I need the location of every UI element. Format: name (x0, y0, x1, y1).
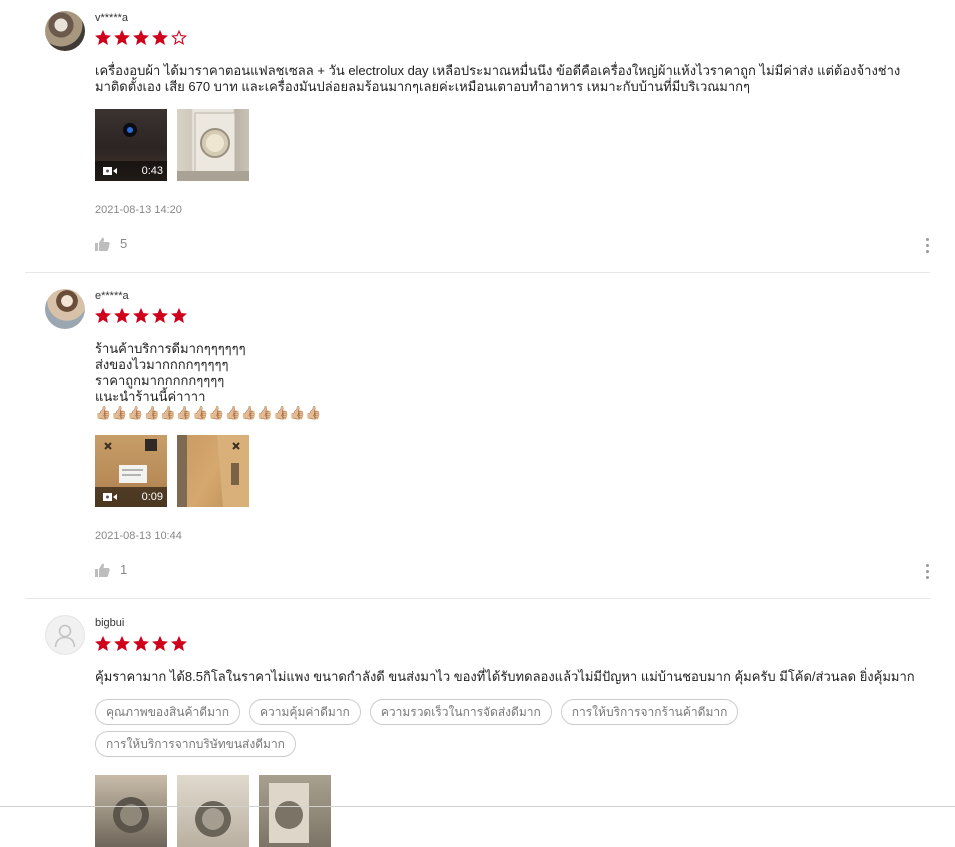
review-media: 0:43 (95, 109, 249, 181)
review-photo[interactable] (177, 435, 249, 507)
review-date: 2021-08-13 14:20 (95, 204, 182, 216)
review-photo[interactable] (177, 775, 249, 847)
video-camera-icon (103, 493, 117, 501)
video-duration: 0:09 (141, 491, 163, 503)
page-bottom-border (0, 806, 955, 807)
star-icon (152, 308, 168, 323)
thumb-up-icon[interactable] (95, 563, 110, 577)
thumb-up-icon[interactable] (95, 237, 110, 251)
star-icon (133, 636, 149, 651)
like-count: 5 (120, 236, 128, 251)
review-media: 0:09 (95, 435, 249, 507)
star-rating (95, 30, 190, 46)
review-tag: ความรวดเร็วในการจัดส่งดีมาก (369, 699, 552, 725)
video-camera-icon (103, 167, 117, 175)
review-tag: ความคุ้มค่าดีมาก (249, 699, 361, 725)
review-video[interactable]: 0:09 (95, 435, 167, 507)
star-icon (133, 308, 149, 323)
divider (25, 598, 930, 599)
star-icon (114, 308, 130, 323)
review-tag: คุณภาพของสินค้าดีมาก (95, 699, 240, 725)
star-icon (171, 636, 187, 651)
review-tag: การให้บริการจากร้านค้าดีมาก (560, 699, 739, 725)
avatar[interactable] (45, 615, 85, 655)
review-photo[interactable] (95, 775, 167, 847)
reviewer-name: e*****a (95, 290, 129, 302)
review-video[interactable]: 0:43 (95, 109, 167, 181)
star-icon (171, 30, 187, 45)
star-icon (114, 636, 130, 651)
avatar[interactable] (45, 11, 85, 51)
star-icon (152, 30, 168, 45)
reviewer-name: v*****a (95, 12, 129, 24)
review-photo[interactable] (177, 109, 249, 181)
star-icon (133, 30, 149, 45)
review-tags: คุณภาพของสินค้าดีมาก ความคุ้มค่าดีมาก ความ… (95, 699, 935, 757)
review-photo[interactable] (259, 775, 331, 847)
review-text: ร้านค้าบริการดีมากๆๆๆๆๆๆ ส่งของไวมากกกกๆ… (95, 341, 322, 420)
user-icon (54, 624, 76, 648)
more-vertical-icon[interactable] (926, 564, 930, 582)
star-icon (95, 308, 111, 323)
review-date: 2021-08-13 10:44 (95, 530, 182, 542)
review-text: เครื่องอบผ้า ได้มาราคาตอนแฟลชเซลล + วัน … (95, 63, 901, 94)
divider (25, 272, 930, 273)
more-vertical-icon[interactable] (926, 238, 930, 256)
review-media (95, 775, 331, 847)
review-text: คุ้มราคามาก ได้8.5กิโลในราคาไม่แพง ขนาดก… (95, 669, 915, 684)
review-tag: การให้บริการจากบริษัทขนส่งดีมาก (95, 731, 296, 757)
star-rating (95, 636, 190, 652)
star-icon (114, 30, 130, 45)
star-icon (171, 308, 187, 323)
star-icon (95, 636, 111, 651)
reviewer-name: bigbui (95, 617, 125, 629)
video-duration: 0:43 (141, 165, 163, 177)
like-group: 5 (95, 236, 127, 251)
like-count: 1 (120, 562, 128, 577)
star-rating (95, 308, 190, 324)
star-icon (152, 636, 168, 651)
avatar[interactable] (45, 289, 85, 329)
like-group: 1 (95, 562, 127, 577)
star-icon (95, 30, 111, 45)
